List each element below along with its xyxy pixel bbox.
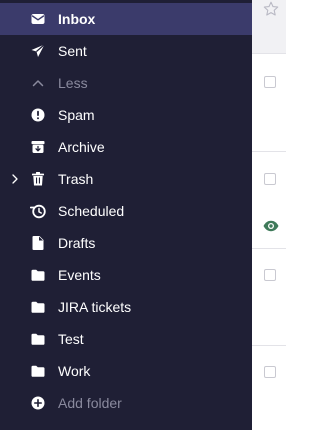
- sidebar-item-work[interactable]: Work: [0, 355, 252, 387]
- envelope-icon: [31, 14, 45, 24]
- row-divider: [252, 151, 286, 152]
- archive-box-icon: [31, 141, 45, 153]
- sidebar-item-events[interactable]: Events: [0, 259, 252, 291]
- folder-icon: [31, 333, 45, 345]
- add-folder-button[interactable]: Add folder: [0, 387, 252, 419]
- folder-icon: [31, 269, 45, 281]
- sidebar-item-label: Spam: [58, 107, 95, 123]
- folder-icon: [31, 301, 45, 313]
- scheduled-clock-icon: [30, 204, 46, 219]
- message-row[interactable]: [252, 0, 286, 53]
- folder-icon: [31, 365, 45, 377]
- row-divider: [252, 248, 286, 249]
- exclamation-circle-icon: [31, 108, 45, 122]
- sidebar-item-label: Archive: [58, 139, 105, 155]
- sidebar-item-jira-tickets[interactable]: JIRA tickets: [0, 291, 252, 323]
- paper-plane-icon: [31, 44, 45, 57]
- row-divider: [252, 345, 286, 346]
- eye-icon[interactable]: [262, 217, 280, 235]
- sidebar-item-label: Trash: [58, 171, 94, 187]
- chevron-right-icon[interactable]: [10, 174, 20, 184]
- sidebar-item-label: JIRA tickets: [58, 299, 132, 315]
- sidebar-item-test[interactable]: Test: [0, 323, 252, 355]
- sidebar-item-spam[interactable]: Spam: [0, 99, 252, 131]
- sidebar-item-drafts[interactable]: Drafts: [0, 227, 252, 259]
- draft-document-icon: [32, 236, 44, 250]
- chevron-up-icon: [32, 80, 44, 87]
- sidebar-item-label: Drafts: [58, 235, 96, 251]
- sidebar-item-label: Test: [58, 331, 84, 347]
- trash-icon: [32, 172, 44, 186]
- sidebar-item-label: Work: [58, 363, 91, 379]
- message-select-checkbox[interactable]: [264, 173, 276, 185]
- sidebar-item-less[interactable]: Less: [0, 67, 252, 99]
- row-divider: [252, 53, 286, 54]
- message-select-checkbox[interactable]: [264, 366, 276, 378]
- sidebar-item-inbox[interactable]: Inbox: [0, 3, 252, 35]
- sidebar-item-trash[interactable]: Trash: [0, 163, 252, 195]
- folder-sidebar: Inbox Sent Less Spam Archive Trash Sched…: [0, 0, 252, 430]
- plus-circle-icon: [31, 396, 45, 410]
- sidebar-item-archive[interactable]: Archive: [0, 131, 252, 163]
- sidebar-item-sent[interactable]: Sent: [0, 35, 252, 67]
- sidebar-item-label: Scheduled: [58, 203, 125, 219]
- sidebar-item-scheduled[interactable]: Scheduled: [0, 195, 252, 227]
- sidebar-item-label: Events: [58, 267, 101, 283]
- message-select-checkbox[interactable]: [264, 269, 276, 281]
- star-icon[interactable]: [263, 1, 279, 17]
- sidebar-item-label: Add folder: [58, 395, 122, 411]
- sidebar-item-label: Less: [58, 75, 88, 91]
- sidebar-item-label: Inbox: [58, 11, 96, 27]
- mail-app-viewport: Inbox Sent Less Spam Archive Trash Sched…: [0, 0, 286, 430]
- message-select-checkbox[interactable]: [264, 76, 276, 88]
- message-list-edge: [252, 0, 286, 430]
- sidebar-item-label: Sent: [58, 43, 87, 59]
